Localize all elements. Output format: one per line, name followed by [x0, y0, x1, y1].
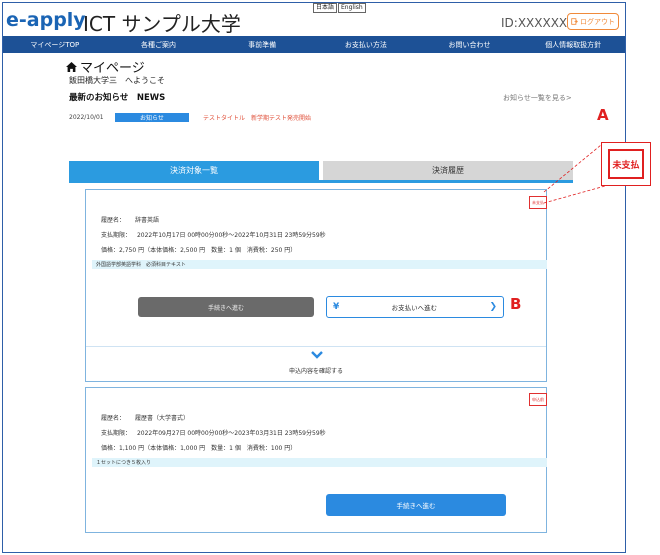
annotation-a-label: A [597, 106, 609, 124]
annotation-callout-text: 未支払 [608, 149, 644, 179]
annotation-b-label: B [510, 295, 522, 313]
annotation-callout-box: 未支払 [601, 142, 651, 186]
annotation-overlay [543, 144, 606, 204]
callout-line-bottom [543, 185, 606, 204]
callout-line-top [543, 144, 602, 193]
